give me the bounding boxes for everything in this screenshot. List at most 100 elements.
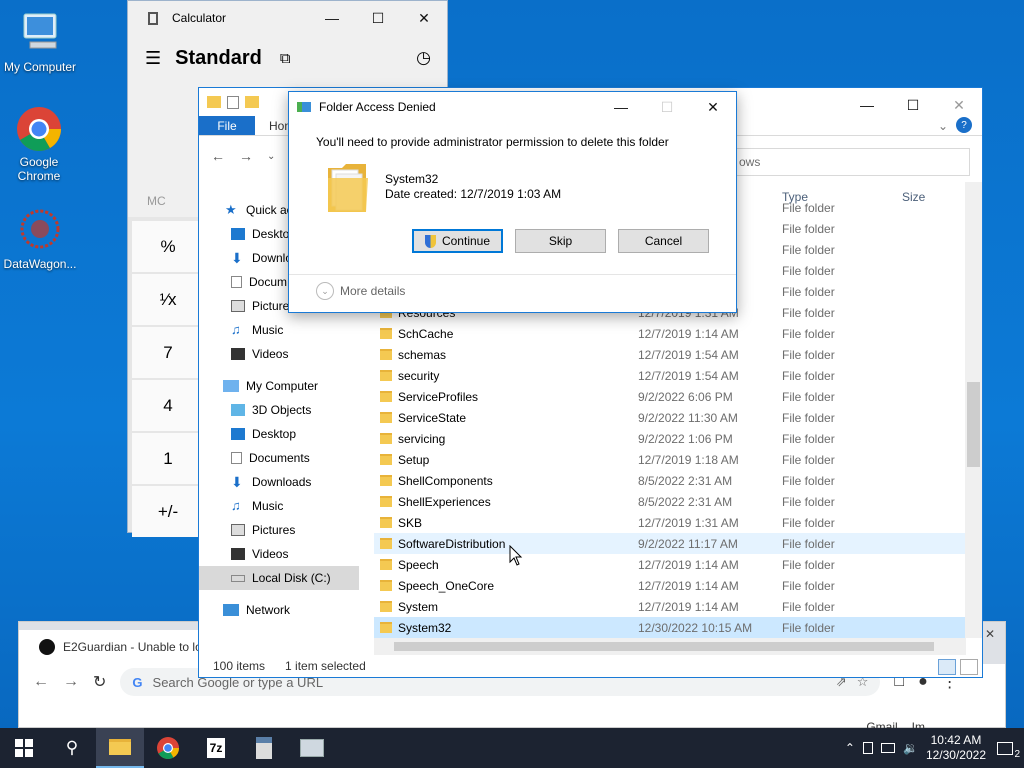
back-icon[interactable]: ←: [33, 673, 49, 691]
nav-music[interactable]: ♫ Music: [199, 318, 359, 342]
history-icon[interactable]: ◷: [416, 48, 431, 68]
calculator-app-icon: [148, 11, 158, 25]
clock[interactable]: 10:42 AM 12/30/2022: [926, 733, 986, 763]
search-input[interactable]: ows: [730, 148, 970, 176]
nav-music-2[interactable]: ♫ Music: [199, 494, 359, 518]
list-item[interactable]: Setup 12/7/2019 1:18 AM File folder: [374, 449, 966, 470]
download-icon: ⬇: [231, 250, 243, 266]
list-item[interactable]: schemas 12/7/2019 1:54 AM File folder: [374, 344, 966, 365]
google-g-icon: G: [132, 674, 143, 690]
taskbar-calculator[interactable]: [240, 728, 288, 768]
search-button[interactable]: ⚲: [48, 728, 96, 768]
properties-icon[interactable]: [227, 95, 239, 109]
desktop-icon-my-computer[interactable]: My Computer: [0, 10, 80, 74]
reciprocal-key[interactable]: ¹⁄x: [132, 274, 204, 325]
list-item[interactable]: Speech 12/7/2019 1:14 AM File folder: [374, 554, 966, 575]
nav-downloads-2[interactable]: ⬇ Downloads: [199, 470, 359, 494]
chevron-down-icon: ⌄: [316, 282, 334, 300]
scroll-thumb[interactable]: [967, 382, 980, 467]
forward-icon[interactable]: →: [63, 673, 79, 691]
horizontal-scrollbar[interactable]: [374, 638, 966, 655]
list-item[interactable]: SchCache 12/7/2019 1:14 AM File folder: [374, 323, 966, 344]
continue-button[interactable]: Continue: [412, 229, 503, 253]
negate-key[interactable]: +/-: [132, 486, 204, 537]
taskbar-app[interactable]: [288, 728, 336, 768]
hamburger-menu-icon[interactable]: ☰: [145, 48, 161, 69]
skip-button[interactable]: Skip: [515, 229, 606, 253]
scroll-thumb[interactable]: [394, 642, 934, 651]
chevron-up-icon[interactable]: ⌃: [845, 741, 855, 755]
new-folder-icon[interactable]: [245, 96, 259, 108]
vertical-scrollbar[interactable]: [965, 182, 982, 638]
minimize-button[interactable]: —: [309, 1, 355, 35]
list-item[interactable]: ServiceProfiles 9/2/2022 6:06 PM File fold…: [374, 386, 966, 407]
list-item[interactable]: ShellExperiences 8/5/2022 2:31 AM File fol…: [374, 491, 966, 512]
list-item[interactable]: Speech_OneCore 12/7/2019 1:14 AM File fold…: [374, 575, 966, 596]
minimize-button[interactable]: —: [598, 90, 644, 124]
folder-access-denied-dialog[interactable]: Folder Access Denied — ☐ ✕ You'll need t…: [288, 91, 737, 313]
dialog-titlebar[interactable]: Folder Access Denied — ☐ ✕: [289, 92, 736, 122]
document-icon: [231, 276, 242, 288]
desktop-icon-google-chrome[interactable]: Google Chrome: [0, 105, 78, 183]
close-button[interactable]: ✕: [690, 90, 736, 124]
list-item-hovered[interactable]: SoftwareDistribution 9/2/2022 11:17 AM Fil…: [374, 533, 966, 554]
action-center-icon[interactable]: 2: [994, 738, 1020, 760]
taskbar-chrome[interactable]: [144, 728, 192, 768]
network-icon[interactable]: [880, 743, 895, 753]
list-item[interactable]: servicing 9/2/2022 1:06 PM File folder: [374, 428, 966, 449]
percent-key[interactable]: %: [132, 221, 204, 272]
nav-pictures-2[interactable]: Pictures: [199, 518, 359, 542]
list-item[interactable]: ServiceState 9/2/2022 11:30 AM File folder: [374, 407, 966, 428]
calculator-titlebar[interactable]: Calculator — ☐ ✕: [128, 1, 447, 35]
seven-key[interactable]: 7: [132, 327, 204, 378]
maximize-button: ☐: [660, 98, 674, 115]
list-item-selected[interactable]: System32 12/30/2022 10:15 AM File folder: [374, 617, 966, 638]
explorer-minimize-button[interactable]: —: [844, 88, 890, 122]
nav-documents-2[interactable]: Documents: [199, 446, 359, 470]
keep-on-top-icon[interactable]: ⧉: [280, 50, 291, 67]
large-icons-view-icon[interactable]: [960, 659, 978, 675]
close-button[interactable]: ✕: [401, 1, 447, 35]
explorer-close-button[interactable]: ✕: [936, 88, 982, 122]
start-button[interactable]: [0, 728, 48, 768]
cube-icon: [231, 404, 245, 416]
taskbar-7zip[interactable]: 7z: [192, 728, 240, 768]
nav-3d-objects[interactable]: 3D Objects: [199, 398, 359, 422]
nav-videos-2[interactable]: Videos: [199, 542, 359, 566]
details-view-icon[interactable]: [938, 659, 956, 675]
nav-desktop-2[interactable]: Desktop: [199, 422, 359, 446]
list-item[interactable]: System 12/7/2019 1:14 AM File folder: [374, 596, 966, 617]
search-icon: ⚲: [65, 738, 79, 757]
file-tab[interactable]: File: [199, 116, 255, 135]
dialog-folder-name: System32: [385, 172, 439, 186]
one-key[interactable]: 1: [132, 433, 204, 484]
four-key[interactable]: 4: [132, 380, 204, 431]
nav-local-disk[interactable]: Local Disk (C:): [199, 566, 359, 590]
nav-videos[interactable]: Videos: [199, 342, 359, 366]
list-item[interactable]: ShellComponents 8/5/2022 2:31 AM File fold…: [374, 470, 966, 491]
recent-locations-icon[interactable]: ⌄: [267, 151, 275, 162]
back-icon[interactable]: ←: [211, 148, 225, 164]
cancel-button[interactable]: Cancel: [618, 229, 709, 253]
more-details-toggle[interactable]: ⌄ More details: [316, 282, 405, 300]
maximize-button[interactable]: ☐: [355, 1, 401, 35]
reload-icon[interactable]: ↻: [93, 672, 106, 692]
chrome-icon: [15, 105, 63, 153]
forward-icon[interactable]: →: [239, 148, 253, 164]
file-explorer-icon: [109, 739, 131, 755]
desktop-icon-datawagon[interactable]: DataWagon...: [0, 207, 80, 271]
nav-my-computer[interactable]: My Computer: [199, 374, 359, 398]
chrome-tab[interactable]: E2Guardian - Unable to lo: [19, 630, 205, 664]
folder-icon: [380, 454, 392, 465]
list-item[interactable]: security 12/7/2019 1:54 AM File folder: [374, 365, 966, 386]
tablet-icon[interactable]: [862, 742, 873, 754]
explorer-maximize-button[interactable]: ☐: [890, 88, 936, 122]
volume-icon[interactable]: 🔉: [903, 741, 918, 755]
computer-icon: [16, 10, 64, 58]
taskbar-file-explorer[interactable]: [96, 728, 144, 768]
nav-network[interactable]: Network: [199, 598, 359, 622]
list-item[interactable]: SKB 12/7/2019 1:31 AM File folder: [374, 512, 966, 533]
github-icon: [39, 639, 55, 655]
chrome-close-icon[interactable]: ✕: [985, 627, 995, 641]
dialog-date-created: Date created: 12/7/2019 1:03 AM: [385, 187, 562, 201]
